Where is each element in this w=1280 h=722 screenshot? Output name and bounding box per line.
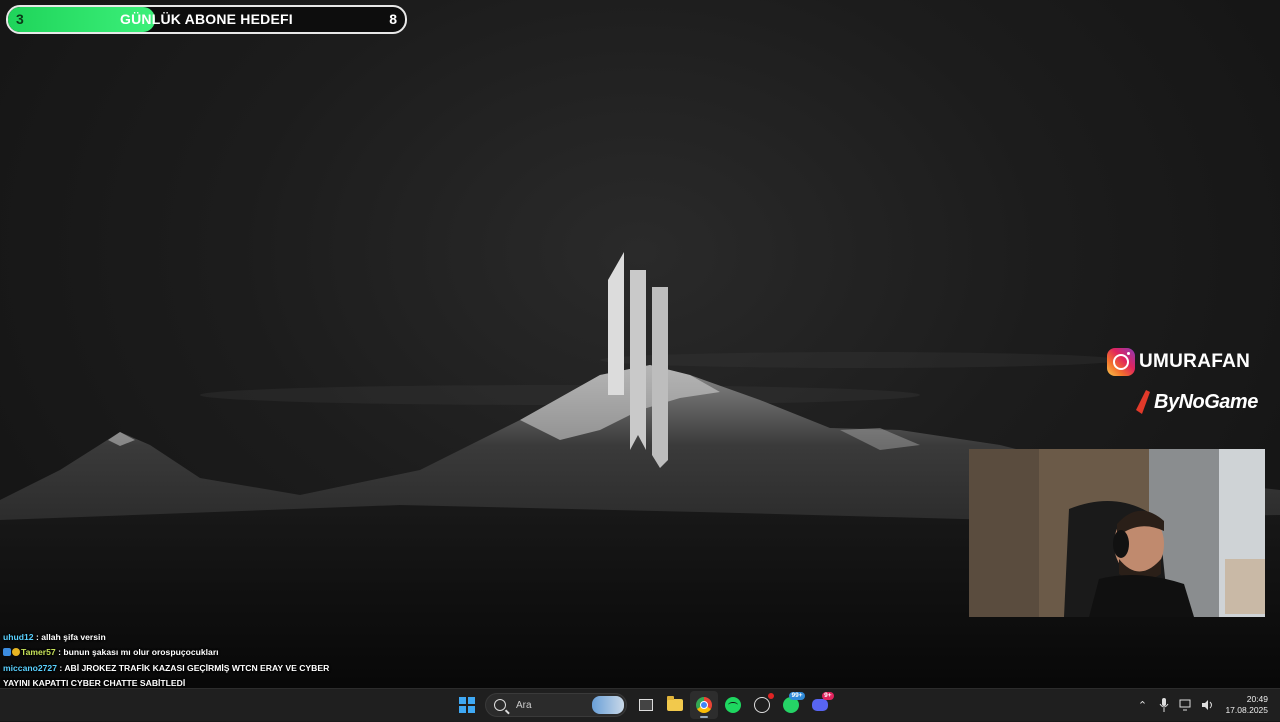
taskbar-search[interactable]: Ara xyxy=(485,693,627,717)
chrome-button[interactable] xyxy=(689,691,718,719)
discord-button[interactable]: 9+ xyxy=(806,691,834,719)
instagram-handle: UMURAFAN xyxy=(1107,347,1250,377)
subscriber-goal-bar: 3 GÜNLÜK ABONE HEDEFI 8 xyxy=(6,5,407,34)
sponsor-logo: ByNoGame xyxy=(1136,390,1258,414)
chat-message: Tamer57 : bunun şakası mı olur orospuçoc… xyxy=(3,645,323,660)
obs-button[interactable] xyxy=(748,691,776,719)
webcam-feed xyxy=(969,449,1265,617)
file-explorer-button[interactable] xyxy=(661,691,689,719)
bits-badge-icon xyxy=(12,648,20,657)
instagram-icon xyxy=(1107,348,1135,376)
network-icon[interactable] xyxy=(1177,696,1195,714)
windows-taskbar: Ara 99+ 9+ ⌃ 20:49 17.08.2025 xyxy=(0,688,1280,721)
webcam-image xyxy=(969,449,1265,617)
bynogame-mark-icon xyxy=(1136,390,1150,414)
system-tray: ⌃ 20:49 17.08.2025 xyxy=(1131,689,1280,721)
chat-username[interactable]: Tamer57 xyxy=(21,647,56,657)
clock-time: 20:49 xyxy=(1246,694,1268,704)
whatsapp-button[interactable]: 99+ xyxy=(777,691,805,719)
goal-current-count: 3 xyxy=(16,11,24,27)
spotify-button[interactable] xyxy=(719,691,747,719)
task-view-icon xyxy=(638,699,653,711)
recording-indicator-icon xyxy=(767,693,774,699)
chat-message-text: bunun şakası mı olur orospuçocukları xyxy=(63,647,219,658)
windows-logo-icon xyxy=(458,697,475,713)
chat-message: uhud12 : allah şifa versin xyxy=(3,630,323,645)
goal-target-count: 8 xyxy=(389,11,397,27)
subscriber-badge-icon xyxy=(3,648,11,657)
chat-message-text: YAYINI KAPATTI CYBER CHATTE SABİTLEDİ xyxy=(3,677,186,688)
chat-username[interactable]: uhud12 xyxy=(3,632,34,642)
instagram-handle-text: UMURAFAN xyxy=(1139,351,1251,372)
search-highlight-image xyxy=(592,696,624,714)
microphone-icon[interactable] xyxy=(1155,696,1173,714)
discord-badge: 9+ xyxy=(822,692,834,700)
obs-icon xyxy=(753,697,770,713)
start-button[interactable] xyxy=(453,691,481,719)
discord-icon xyxy=(811,699,828,711)
folder-icon xyxy=(666,696,683,711)
desktop-logo-icon xyxy=(608,252,668,468)
clock-date: 17.08.2025 xyxy=(1225,705,1268,715)
volume-icon[interactable] xyxy=(1199,696,1217,714)
search-placeholder: Ara xyxy=(516,699,532,711)
chat-message-text: ABİ JROKEZ TRAFİK KAZASI GEÇİRMİŞ WTCN E… xyxy=(64,662,330,673)
chat-username[interactable]: miccano2727 xyxy=(3,663,57,673)
taskbar-center: Ara 99+ 9+ xyxy=(452,689,834,721)
goal-title: GÜNLÜK ABONE HEDEFI xyxy=(120,11,293,27)
chat-message: miccano2727 : ABİ JROKEZ TRAFİK KAZASI G… xyxy=(3,661,329,676)
whatsapp-badge: 99+ xyxy=(789,692,805,700)
chrome-icon xyxy=(695,697,712,713)
task-view-button[interactable] xyxy=(632,691,660,719)
taskbar-clock[interactable]: 20:49 17.08.2025 xyxy=(1225,694,1268,716)
chevron-up-icon[interactable]: ⌃ xyxy=(1133,696,1151,714)
chat-message-text: allah şifa versin xyxy=(41,632,106,642)
search-icon xyxy=(494,699,506,711)
spotify-icon xyxy=(724,697,741,713)
sponsor-name: ByNoGame xyxy=(1154,390,1258,413)
